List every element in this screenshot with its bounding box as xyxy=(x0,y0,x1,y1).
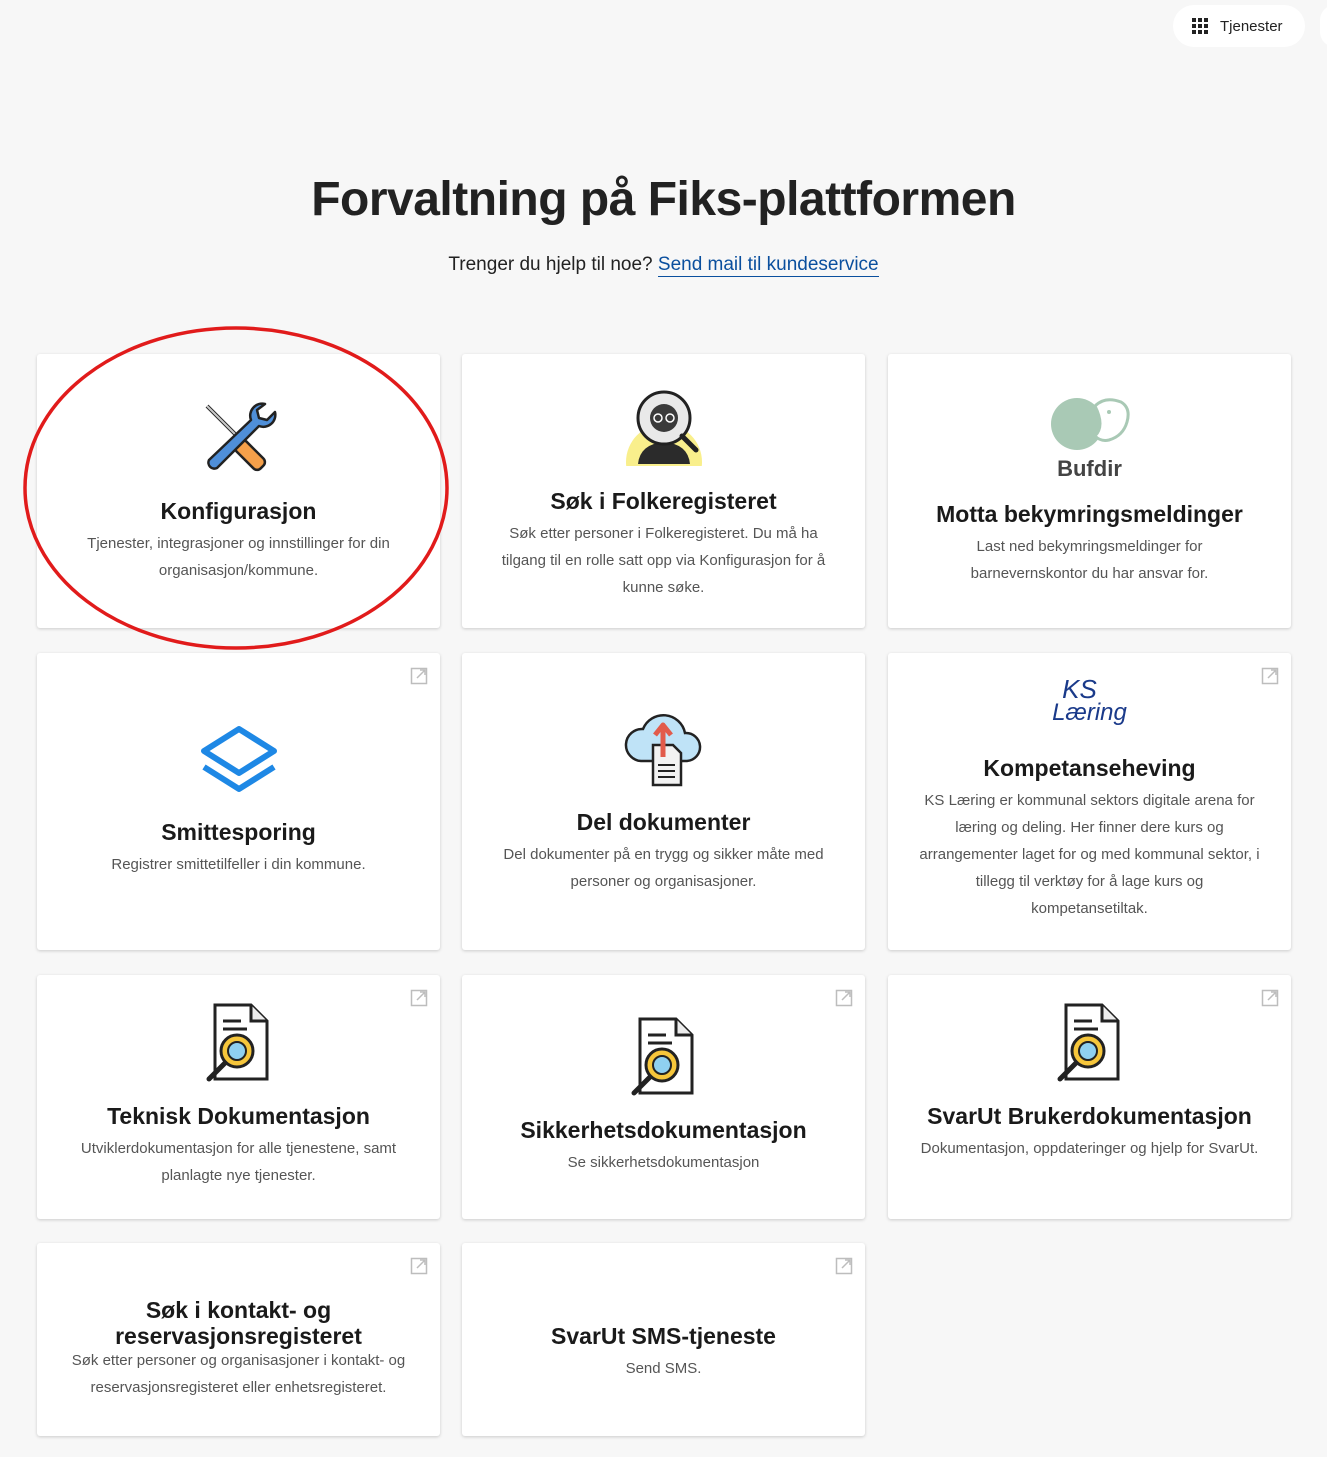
services-menu-button[interactable]: Tjenester xyxy=(1173,5,1305,47)
card-title: Teknisk Dokumentasjon xyxy=(107,1103,370,1129)
card-krr[interactable]: Søk i kontakt- og reservasjonsregisteret… xyxy=(37,1243,440,1436)
external-link-icon xyxy=(410,1257,428,1275)
card-title: Smittesporing xyxy=(161,819,316,845)
card-teknisk-dokumentasjon[interactable]: Teknisk Dokumentasjon Utviklerdokumentas… xyxy=(37,975,440,1219)
layers-icon xyxy=(200,726,277,792)
card-description: Søk etter personer i Folkeregisteret. Du… xyxy=(501,525,826,597)
person-search-icon xyxy=(625,390,702,466)
external-link-icon xyxy=(1261,989,1279,1007)
card-description: Registrer smittetilfeller i din kommune. xyxy=(111,856,366,874)
card-description: Søk etter personer og organisasjoner i k… xyxy=(71,1352,406,1396)
external-link-icon xyxy=(410,667,428,685)
card-title: Konfigurasjon xyxy=(160,498,317,524)
tools-icon xyxy=(205,402,277,472)
card-title: Sikkerhetsdokumentasjon xyxy=(520,1117,807,1143)
cloud-upload-document-icon xyxy=(624,713,701,787)
document-code-search-icon xyxy=(631,1017,693,1096)
card-del-dokumenter[interactable]: Del dokumenter Del dokumenter på en tryg… xyxy=(462,653,865,950)
card-title: Søk i kontakt- og reservasjonsregisteret xyxy=(115,1297,362,1350)
card-description: KS Læring er kommunal sektors digitale a… xyxy=(919,792,1260,918)
external-link-icon xyxy=(835,1257,853,1275)
card-title: SvarUt Brukerdokumentasjon xyxy=(927,1103,1252,1129)
profile-button[interactable] xyxy=(1320,5,1327,47)
bufdir-logo-text: Bufdir xyxy=(1057,456,1122,481)
card-description: Se sikkerhetsdokumentasjon xyxy=(567,1154,760,1172)
card-title: SvarUt SMS-tjeneste xyxy=(551,1323,776,1349)
card-title: Søk i Folkeregisteret xyxy=(550,488,777,514)
card-smittesporing[interactable]: Smittesporing Registrer smittetilfeller … xyxy=(37,653,440,950)
card-bekymringsmeldinger[interactable]: Bufdir Motta bekymringsmeldinger Last ne… xyxy=(888,354,1291,628)
laering-logo-text: Læring xyxy=(1052,699,1127,726)
document-code-search-icon xyxy=(206,1003,268,1082)
apps-grid-icon xyxy=(1192,18,1208,34)
card-sikkerhetsdokumentasjon[interactable]: Sikkerhetsdokumentasjon Se sikkerhetsdok… xyxy=(462,975,865,1219)
ks-logo-text: KS xyxy=(1062,674,1097,704)
card-description: Dokumentasjon, oppdateringer og hjelp fo… xyxy=(920,1140,1259,1158)
card-svarut-sms[interactable]: SvarUt SMS-tjeneste Send SMS. xyxy=(462,1243,865,1436)
card-svarut-brukerdokumentasjon[interactable]: SvarUt Brukerdokumentasjon Dokumentasjon… xyxy=(888,975,1291,1219)
page-title: Forvaltning på Fiks-plattformen xyxy=(311,173,1016,226)
help-text: Trenger du hjelp til noe? xyxy=(448,254,653,275)
card-description: Del dokumenter på en trygg og sikker måt… xyxy=(503,846,824,891)
ks-laering-logo: KS Læring xyxy=(888,676,1291,726)
card-description: Utviklerdokumentasjon for alle tjenesten… xyxy=(80,1140,397,1185)
external-link-icon xyxy=(835,989,853,1007)
document-code-search-icon xyxy=(1057,1003,1119,1082)
card-title: Kompetanseheving xyxy=(983,755,1196,781)
card-kompetanseheving[interactable]: KS Læring Kompetanseheving KS Læring er … xyxy=(888,653,1291,950)
card-description: Send SMS. xyxy=(625,1360,702,1378)
support-mail-link[interactable]: Send mail til kundeservice xyxy=(657,254,879,277)
bufdir-logo xyxy=(1050,398,1130,450)
external-link-icon xyxy=(410,989,428,1007)
card-description: Tjenester, integrasjoner og innstillinge… xyxy=(87,535,390,580)
card-description: Last ned bekymringsmeldinger for barneve… xyxy=(970,538,1209,583)
card-konfigurasjon[interactable]: Konfigurasjon Tjenester, integrasjoner o… xyxy=(37,354,440,628)
card-folkeregisteret[interactable]: Søk i Folkeregisteret Søk etter personer… xyxy=(462,354,865,628)
services-menu-label: Tjenester xyxy=(1220,17,1283,35)
card-title: Del dokumenter xyxy=(576,809,751,835)
help-line: Trenger du hjelp til noe? Send mail til … xyxy=(0,254,1327,277)
card-title: Motta bekymringsmeldinger xyxy=(936,501,1243,527)
